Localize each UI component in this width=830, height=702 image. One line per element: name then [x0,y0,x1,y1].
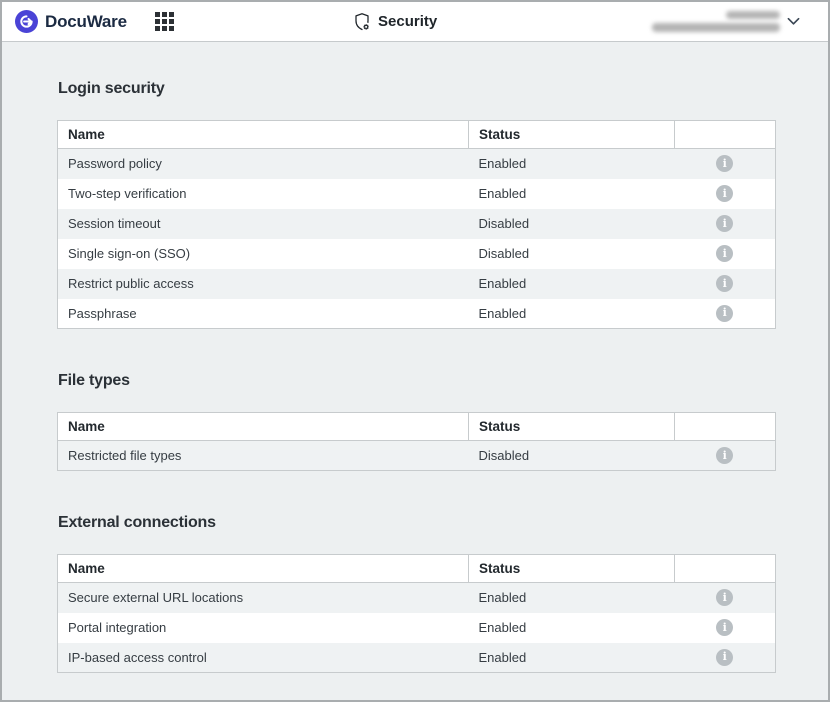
setting-name: Session timeout [58,209,469,239]
settings-table: Name Status Secure external URL location… [57,554,776,673]
app-header: DocuWare Security [2,2,828,42]
app-window: DocuWare Security [0,0,830,702]
setting-name: Password policy [58,149,469,179]
settings-section: File types Name Status Restricted file t… [57,372,777,471]
table-row[interactable]: Single sign-on (SSO) Disabled i [58,239,776,269]
setting-status: Enabled [469,583,675,613]
setting-name: Two-step verification [58,179,469,209]
setting-status: Enabled [469,269,675,299]
table-body: Restricted file types Disabled i [58,441,776,471]
info-icon[interactable]: i [716,447,733,464]
table-body: Password policy Enabled i Two-step verif… [58,149,776,329]
setting-info-cell: i [675,269,776,299]
settings-section: External connections Name Status Secure … [57,514,777,673]
table-row[interactable]: Secure external URL locations Enabled i [58,583,776,613]
setting-name: Passphrase [58,299,469,329]
setting-name: Portal integration [58,613,469,643]
table-row[interactable]: Restricted file types Disabled i [58,441,776,471]
settings-section: Login security Name Status Password poli… [57,80,777,329]
table-row[interactable]: Portal integration Enabled i [58,613,776,643]
info-icon[interactable]: i [716,589,733,606]
setting-info-cell: i [675,149,776,179]
column-header-name: Name [58,121,469,149]
column-header-name: Name [58,413,469,441]
info-icon[interactable]: i [716,619,733,636]
table-row[interactable]: Two-step verification Enabled i [58,179,776,209]
table-header-row: Name Status [58,413,776,441]
column-header-info [675,413,776,441]
table-row[interactable]: Password policy Enabled i [58,149,776,179]
table-row[interactable]: Passphrase Enabled i [58,299,776,329]
page-title-text: Security [378,13,437,30]
user-name-redacted [726,11,780,19]
setting-status: Enabled [469,149,675,179]
info-icon[interactable]: i [716,305,733,322]
info-icon[interactable]: i [716,185,733,202]
section-title: File types [58,372,777,390]
setting-status: Enabled [469,613,675,643]
column-header-status: Status [469,413,675,441]
column-header-info [675,121,776,149]
info-icon[interactable]: i [716,155,733,172]
setting-status: Disabled [469,209,675,239]
user-identity [652,11,780,32]
setting-info-cell: i [675,239,776,269]
setting-name: Restricted file types [58,441,469,471]
page-title: Security [353,2,437,41]
settings-table: Name Status Password policy Enabled i Tw… [57,120,776,329]
section-title: Login security [58,80,777,98]
table-row[interactable]: Restrict public access Enabled i [58,269,776,299]
shield-gear-icon [353,12,371,32]
setting-status: Disabled [469,441,675,471]
info-icon[interactable]: i [716,649,733,666]
table-header-row: Name Status [58,121,776,149]
column-header-name: Name [58,555,469,583]
section-title: External connections [58,514,777,532]
setting-info-cell: i [675,441,776,471]
setting-info-cell: i [675,299,776,329]
setting-status: Disabled [469,239,675,269]
info-icon[interactable]: i [716,275,733,292]
setting-name: Restrict public access [58,269,469,299]
column-header-status: Status [469,121,675,149]
info-icon[interactable]: i [716,245,733,262]
column-header-status: Status [469,555,675,583]
docuware-logo-icon [15,10,38,33]
table-header-row: Name Status [58,555,776,583]
table-body: Secure external URL locations Enabled i … [58,583,776,673]
table-row[interactable]: IP-based access control Enabled i [58,643,776,673]
table-row[interactable]: Session timeout Disabled i [58,209,776,239]
settings-table: Name Status Restricted file types Disabl… [57,412,776,471]
setting-name: Single sign-on (SSO) [58,239,469,269]
setting-info-cell: i [675,613,776,643]
setting-name: Secure external URL locations [58,583,469,613]
user-org-redacted [652,23,780,32]
setting-name: IP-based access control [58,643,469,673]
setting-info-cell: i [675,583,776,613]
column-header-info [675,555,776,583]
setting-info-cell: i [675,209,776,239]
brand-name: DocuWare [45,12,127,32]
setting-status: Enabled [469,179,675,209]
setting-info-cell: i [675,643,776,673]
security-settings-content: Login security Name Status Password poli… [2,80,828,673]
docuware-logo[interactable]: DocuWare [15,10,127,33]
apps-grid-icon[interactable] [155,12,174,31]
setting-info-cell: i [675,179,776,209]
setting-status: Enabled [469,643,675,673]
chevron-down-icon [787,17,800,26]
user-menu[interactable] [652,11,800,32]
setting-status: Enabled [469,299,675,329]
info-icon[interactable]: i [716,215,733,232]
